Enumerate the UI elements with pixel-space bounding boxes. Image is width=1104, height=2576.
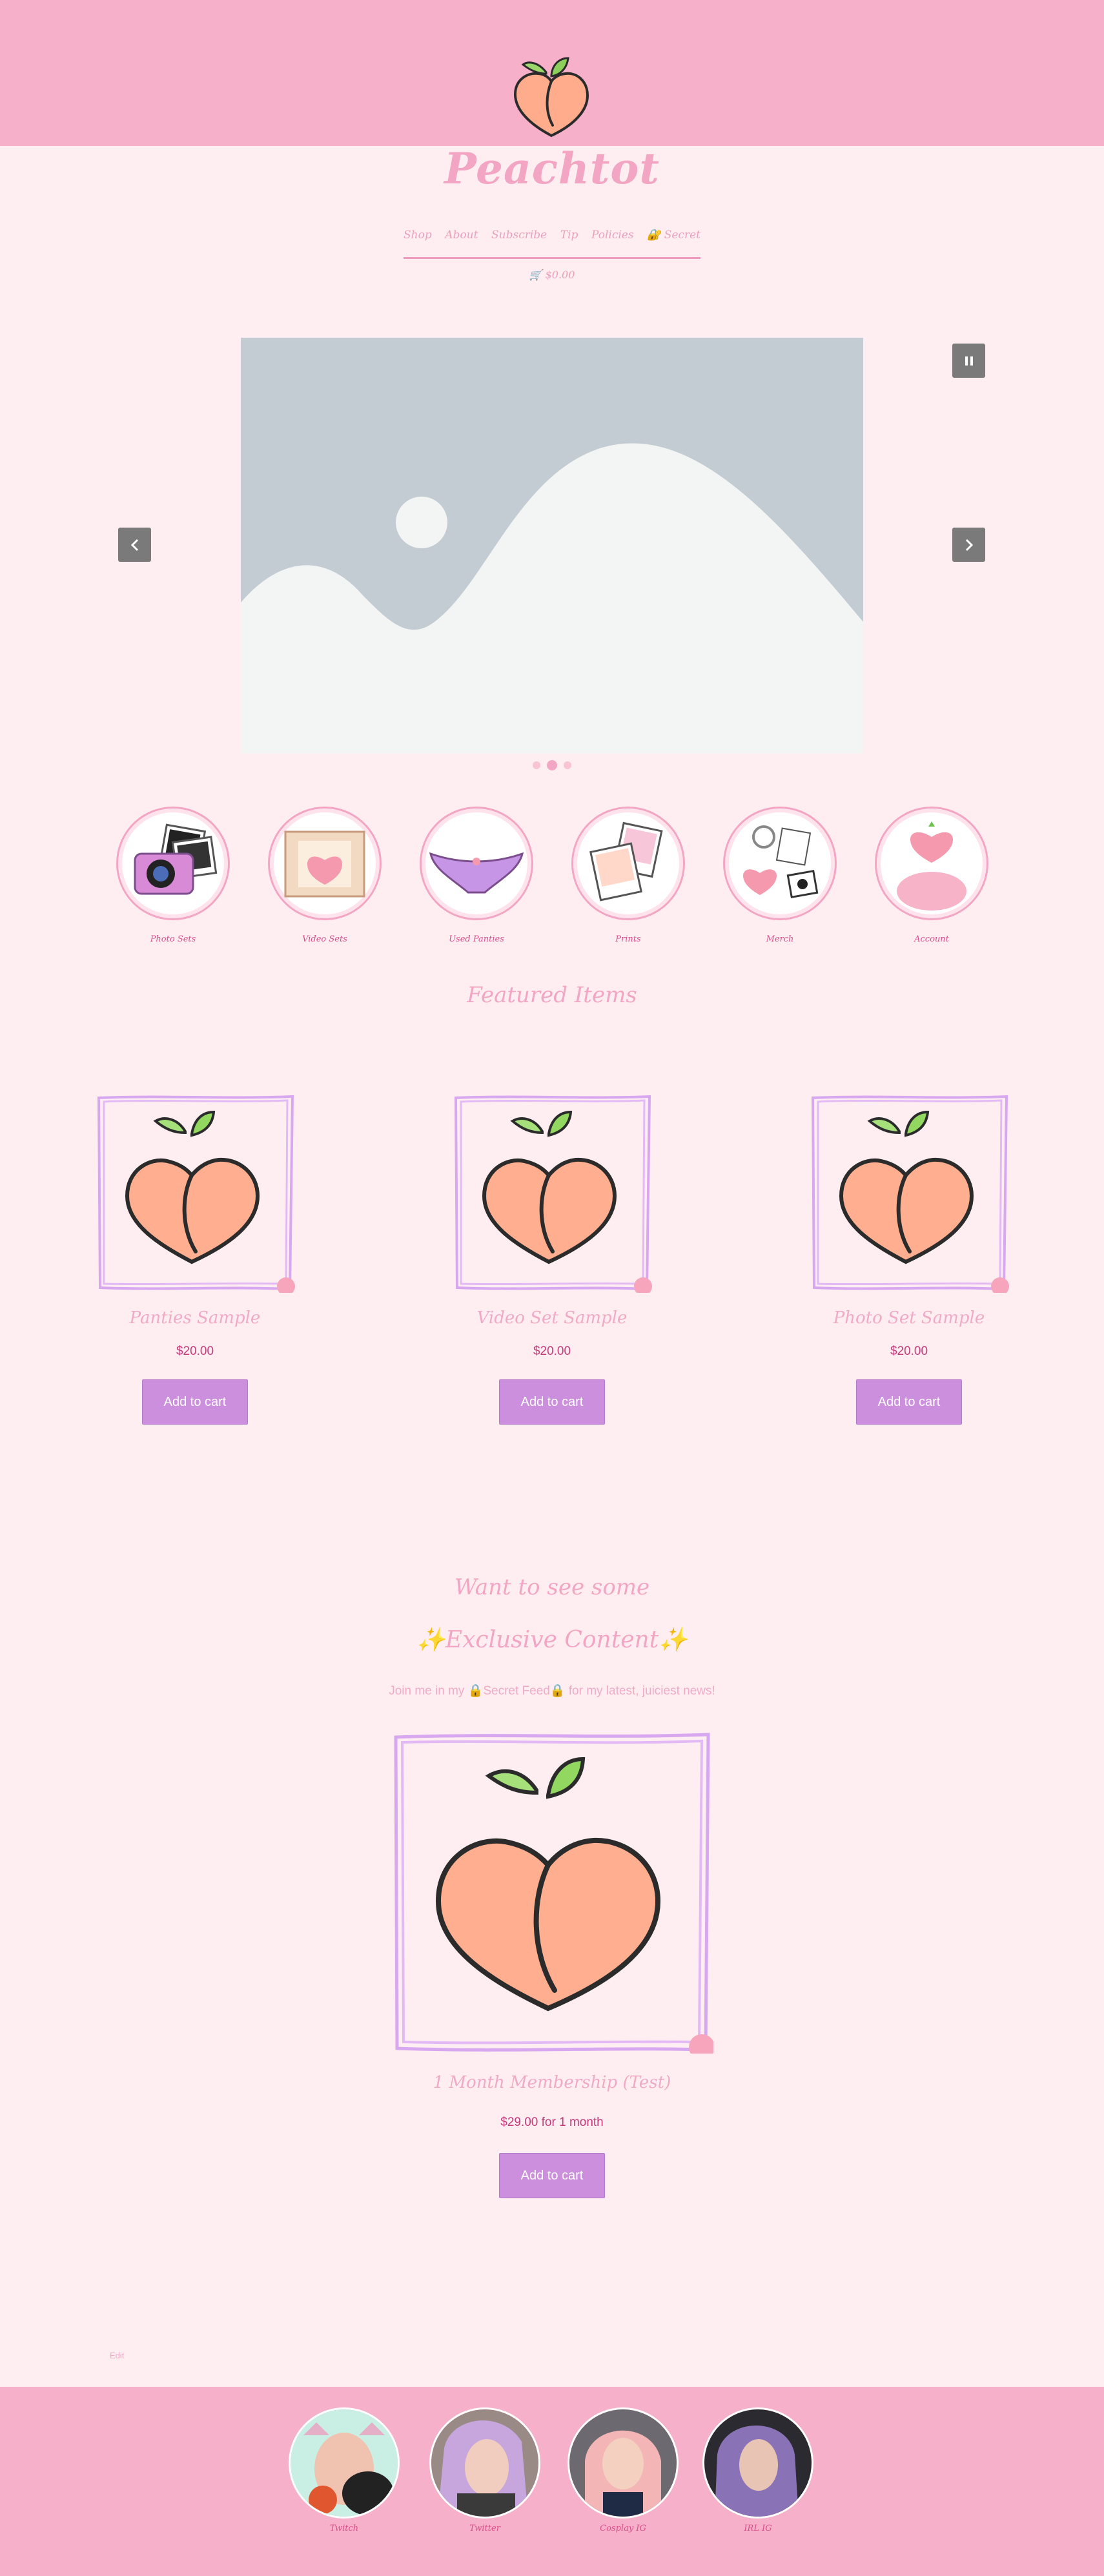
product-image[interactable]	[452, 1093, 652, 1295]
chevron-left-icon	[130, 539, 138, 551]
category-label: Photo Sets	[150, 934, 196, 944]
carousel-prev-button[interactable]	[118, 528, 151, 562]
carousel-dot[interactable]	[533, 761, 540, 769]
heart-bust-icon	[875, 807, 988, 920]
carousel-next-button[interactable]	[952, 528, 985, 562]
pause-button[interactable]	[952, 344, 985, 378]
product-price: $20.00	[890, 1345, 928, 1358]
category-label: Used Panties	[449, 934, 504, 944]
peach-logo-icon[interactable]	[510, 53, 593, 141]
product-price: $20.00	[176, 1345, 214, 1358]
membership-card[interactable]: 1 Month Membership (Test) $29.00 for 1 m…	[391, 1731, 715, 2198]
product-title[interactable]: Photo Set Sample	[806, 1308, 1012, 1328]
twitter-avatar	[429, 2407, 540, 2519]
exclusive-heading-line2: ✨Exclusive Content✨	[416, 1627, 688, 1653]
carousel-dot-active[interactable]	[547, 760, 557, 770]
carousel-dot[interactable]	[564, 761, 571, 769]
product-title[interactable]: Video Set Sample	[449, 1308, 655, 1328]
nav-secret[interactable]: 🔐 Secret	[647, 229, 700, 242]
social-label: Twitch	[329, 2524, 359, 2533]
nav-shop[interactable]: Shop	[404, 229, 432, 242]
featured-heading: Featured Items	[467, 982, 637, 1008]
social-label: Twitter	[469, 2524, 500, 2533]
footer	[0, 2387, 1104, 2576]
category-merch[interactable]: Merch	[723, 807, 837, 944]
membership-image[interactable]	[391, 1731, 715, 2060]
carousel-slide	[241, 338, 863, 754]
category-label: Video Sets	[302, 934, 347, 944]
add-to-cart-button[interactable]: Add to cart	[499, 1379, 605, 1425]
social-twitter[interactable]: Twitter	[429, 2407, 540, 2533]
category-used-panties[interactable]: Used Panties	[420, 807, 533, 944]
nav-tip[interactable]: Tip	[560, 229, 578, 242]
nav-underline	[404, 257, 700, 259]
product-card[interactable]: Panties Sample $20.00 Add to cart	[92, 1093, 298, 1425]
film-strip-icon	[268, 807, 382, 920]
social-label: Cosplay IG	[600, 2524, 646, 2533]
category-label: Prints	[615, 934, 641, 944]
nav-policies[interactable]: Policies	[591, 229, 634, 242]
membership-title[interactable]: 1 Month Membership (Test)	[391, 2073, 713, 2092]
social-label: IRL IG	[744, 2524, 772, 2533]
main-nav: Shop About Subscribe Tip Policies 🔐 Secr…	[404, 229, 700, 242]
irl-ig-avatar	[702, 2407, 813, 2519]
product-price: $20.00	[533, 1345, 571, 1358]
product-card[interactable]: Photo Set Sample $20.00 Add to cart	[806, 1093, 1012, 1425]
social-twitch[interactable]: Twitch	[289, 2407, 400, 2533]
product-title[interactable]: Panties Sample	[92, 1308, 298, 1328]
image-placeholder-icon	[241, 338, 863, 754]
camera-photos-icon	[116, 807, 230, 920]
category-account[interactable]: Account	[875, 807, 988, 944]
social-irl-ig[interactable]: IRL IG	[702, 2407, 813, 2533]
category-photo-sets[interactable]: Photo Sets	[116, 807, 230, 944]
membership-price: $29.00 for 1 month	[500, 2116, 604, 2129]
nav-subscribe[interactable]: Subscribe	[491, 229, 547, 242]
category-label: Account	[914, 934, 949, 944]
add-to-cart-button[interactable]: Add to cart	[856, 1379, 962, 1425]
add-to-cart-button[interactable]: Add to cart	[142, 1379, 248, 1425]
cart-amount: $0.00	[545, 269, 575, 281]
twitch-avatar	[289, 2407, 400, 2519]
category-label: Merch	[766, 934, 794, 944]
category-prints[interactable]: Prints	[571, 807, 685, 944]
panties-icon	[420, 807, 533, 920]
cart-icon: 🛒	[529, 269, 546, 281]
cosplay-ig-avatar	[567, 2407, 679, 2519]
polaroid-prints-icon	[571, 807, 685, 920]
pause-icon	[965, 356, 973, 366]
carousel-dots	[0, 760, 1104, 770]
category-video-sets[interactable]: Video Sets	[268, 807, 382, 944]
nav-about[interactable]: About	[445, 229, 478, 242]
product-image[interactable]	[95, 1093, 295, 1295]
product-image[interactable]	[809, 1093, 1009, 1295]
exclusive-subtitle: Join me in my 🔒Secret Feed🔒 for my lates…	[389, 1684, 715, 1698]
product-card[interactable]: Video Set Sample $20.00 Add to cart	[449, 1093, 655, 1425]
social-cosplay-ig[interactable]: Cosplay IG	[567, 2407, 679, 2533]
cart-total[interactable]: 🛒 $0.00	[0, 269, 1104, 281]
add-to-cart-button[interactable]: Add to cart	[499, 2153, 605, 2198]
chevron-right-icon	[965, 539, 973, 551]
merch-collage-icon	[723, 807, 837, 920]
edit-link[interactable]: Edit	[110, 2351, 124, 2360]
exclusive-heading-line1: Want to see some	[454, 1574, 650, 1600]
site-title[interactable]: Peachtot	[0, 143, 1104, 194]
